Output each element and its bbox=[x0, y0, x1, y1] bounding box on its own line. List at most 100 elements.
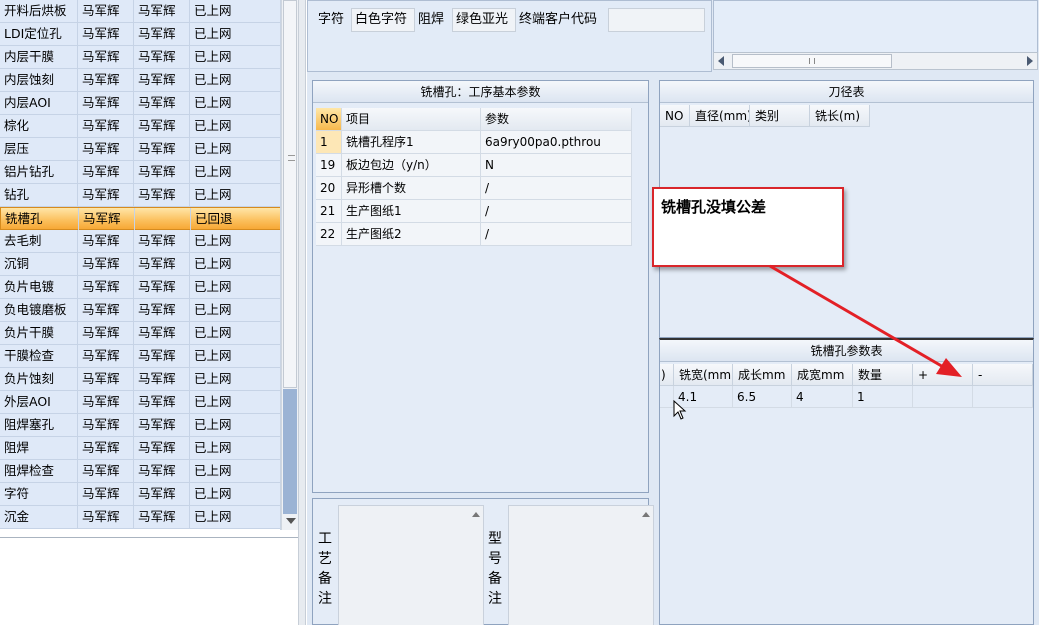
annotation-text: 铣槽孔没填公差 bbox=[661, 198, 767, 216]
header-diameter[interactable]: 直径(mm) bbox=[690, 105, 750, 127]
engineer-name: 马军辉 bbox=[78, 506, 134, 528]
mask-value-field[interactable]: 绿色亚光 bbox=[452, 8, 516, 32]
cell-no[interactable]: 20 bbox=[316, 177, 342, 199]
cell-item[interactable]: 铣槽孔程序1 bbox=[342, 131, 481, 153]
list-item[interactable]: 钻孔 马军辉 马军辉 已上网 bbox=[0, 184, 280, 207]
header-item[interactable]: 项目 bbox=[342, 108, 481, 130]
status-text: 已上网 bbox=[194, 3, 232, 18]
list-item[interactable]: 负电镀磨板 马军辉 马军辉 已上网 bbox=[0, 299, 280, 322]
list-item[interactable]: LDI定位孔 马军辉 马军辉 已上网 bbox=[0, 23, 280, 46]
list-item[interactable]: 棕化 马军辉 马军辉 已上网 bbox=[0, 115, 280, 138]
header-minus[interactable]: - bbox=[973, 364, 1033, 386]
scroll-up-arrow-icon[interactable] bbox=[472, 512, 480, 517]
process-name: 负片电镀 bbox=[0, 276, 78, 298]
cell-no[interactable]: 22 bbox=[316, 223, 342, 245]
header-mill-length[interactable]: 铣长(m) bbox=[810, 105, 870, 127]
cell-no[interactable]: 1 bbox=[316, 131, 342, 153]
cell-item[interactable]: 板边包边（y/n） bbox=[342, 154, 481, 176]
cell-plus-tolerance[interactable] bbox=[913, 386, 973, 408]
horizontal-scrollbar[interactable] bbox=[713, 52, 1038, 70]
scrollbar-thumb[interactable] bbox=[732, 54, 892, 68]
cell-finished-length[interactable]: 6.5 bbox=[733, 386, 792, 408]
reviewer-name: 马军辉 bbox=[134, 506, 190, 528]
process-name: 铝片钻孔 bbox=[0, 161, 78, 183]
list-item[interactable]: 内层蚀刻 马军辉 马军辉 已上网 bbox=[0, 69, 280, 92]
model-remarks-memo[interactable] bbox=[508, 505, 654, 625]
header-type[interactable]: 类别 bbox=[750, 105, 810, 127]
reviewer-name bbox=[135, 208, 191, 230]
header-no[interactable]: NO bbox=[660, 105, 690, 127]
cell-value[interactable]: 6a9ry00pa0.pthrou bbox=[481, 131, 632, 153]
header-truncated[interactable]: ) bbox=[660, 364, 674, 386]
header-finished-length[interactable]: 成长mm bbox=[733, 364, 792, 386]
cell-item[interactable]: 异形槽个数 bbox=[342, 177, 481, 199]
table-row[interactable]: 22 生产图纸2/ bbox=[316, 223, 632, 246]
scroll-down-arrow-icon[interactable] bbox=[286, 518, 296, 524]
scrollbar-thumb[interactable] bbox=[283, 0, 297, 388]
process-remarks-memo[interactable] bbox=[338, 505, 484, 625]
list-item[interactable]: 铣槽孔 马军辉 已回退 bbox=[0, 207, 280, 230]
list-item[interactable]: 字符 马军辉 马军辉 已上网 bbox=[0, 483, 280, 506]
cell-value[interactable]: / bbox=[481, 200, 632, 222]
reviewer-name: 马军辉 bbox=[134, 322, 190, 344]
header-no[interactable]: NO bbox=[316, 108, 342, 130]
scroll-left-arrow-icon[interactable] bbox=[718, 56, 724, 66]
cell-no[interactable]: 19 bbox=[316, 154, 342, 176]
list-item[interactable]: 铝片钻孔 马军辉 马军辉 已上网 bbox=[0, 161, 280, 184]
scroll-up-arrow-icon[interactable] bbox=[642, 512, 650, 517]
list-item[interactable]: 阻焊检查 马军辉 马军辉 已上网 bbox=[0, 460, 280, 483]
status-text: 已上网 bbox=[194, 394, 232, 409]
status-text: 已上网 bbox=[194, 417, 232, 432]
status-text: 已上网 bbox=[194, 72, 232, 87]
list-item[interactable]: 阻焊 马军辉 马军辉 已上网 bbox=[0, 437, 280, 460]
list-item[interactable]: 去毛刺 马军辉 马军辉 已上网 bbox=[0, 230, 280, 253]
cell-item[interactable]: 生产图纸2 bbox=[342, 223, 481, 245]
list-item[interactable]: 开料后烘板 马军辉 马军辉 已上网 bbox=[0, 0, 280, 23]
list-item[interactable]: 干膜检查 马军辉 马军辉 已上网 bbox=[0, 345, 280, 368]
process-grid[interactable]: 开料后烘板 马军辉 马军辉 已上网 LDI定位孔 马军辉 马军辉 已上网 内层干膜 马军辉 马军辉已… bbox=[0, 0, 281, 530]
divider bbox=[0, 537, 300, 538]
list-item[interactable]: 层压 马军辉 马军辉 已上网 bbox=[0, 138, 280, 161]
cell-truncated[interactable] bbox=[660, 386, 674, 408]
header-finished-width[interactable]: 成宽mm bbox=[792, 364, 853, 386]
table-row[interactable]: 19 板边包边（y/n） N bbox=[316, 154, 632, 177]
cell-item[interactable]: 生产图纸1 bbox=[342, 200, 481, 222]
cell-quantity[interactable]: 1 bbox=[853, 386, 913, 408]
list-item[interactable]: 沉铜 马军辉 马军辉 已上网 bbox=[0, 253, 280, 276]
engineer-name: 马军辉 bbox=[78, 0, 134, 22]
cell-minus-tolerance[interactable] bbox=[973, 386, 1033, 408]
list-item[interactable]: 沉金 马军辉 马军辉 已上网 bbox=[0, 506, 280, 529]
engineer-name: 马军辉 bbox=[78, 69, 134, 91]
engineer-name: 马军辉 bbox=[78, 253, 134, 275]
engineer-name: 马军辉 bbox=[78, 46, 134, 68]
reviewer-name: 马军辉 bbox=[134, 230, 190, 252]
cell-value[interactable]: N bbox=[481, 154, 632, 176]
header-quantity[interactable]: 数量 bbox=[853, 364, 913, 386]
process-list-scrollbar[interactable] bbox=[281, 0, 298, 530]
status-text: 已上网 bbox=[194, 233, 232, 248]
cell-no[interactable]: 21 bbox=[316, 200, 342, 222]
list-item[interactable]: 负片电镀 马军辉 马军辉 已上网 bbox=[0, 276, 280, 299]
table-row[interactable]: 20 异形槽个数 / bbox=[316, 177, 632, 200]
list-item[interactable]: 外层AOI 马军辉 马军辉 已上网 bbox=[0, 391, 280, 414]
list-item[interactable]: 负片干膜 马军辉 马军辉 已上网 bbox=[0, 322, 280, 345]
header-mill-width[interactable]: 铣宽(mm) bbox=[674, 364, 733, 386]
process-name: 负片干膜 bbox=[0, 322, 78, 344]
scroll-right-arrow-icon[interactable] bbox=[1027, 56, 1033, 66]
cell-value[interactable]: / bbox=[481, 177, 632, 199]
list-item[interactable]: 内层AOI 马军辉 马军辉 已上网 bbox=[0, 92, 280, 115]
scrollbar-track[interactable] bbox=[283, 389, 297, 514]
splitter[interactable] bbox=[298, 0, 306, 625]
list-item[interactable]: 阻焊塞孔 马军辉 马军辉 已上网 bbox=[0, 414, 280, 437]
cell-value[interactable]: / bbox=[481, 223, 632, 245]
customer-code-field[interactable] bbox=[608, 8, 705, 32]
table-row[interactable]: 1 铣槽孔程序1 6a9ry00pa0.pthrou bbox=[316, 131, 632, 154]
cell-finished-width[interactable]: 4 bbox=[792, 386, 853, 408]
list-item[interactable]: 内层干膜 马军辉 马军辉 已上网 bbox=[0, 46, 280, 69]
table-row[interactable]: 21 生产图纸1/ bbox=[316, 200, 632, 223]
process-name: LDI定位孔 bbox=[0, 23, 78, 45]
char-value-field[interactable]: 白色字符 bbox=[351, 8, 415, 32]
list-item[interactable]: 负片蚀刻 马军辉 马军辉 已上网 bbox=[0, 368, 280, 391]
header-plus[interactable]: + bbox=[913, 364, 973, 386]
header-value[interactable]: 参数 bbox=[481, 108, 632, 130]
